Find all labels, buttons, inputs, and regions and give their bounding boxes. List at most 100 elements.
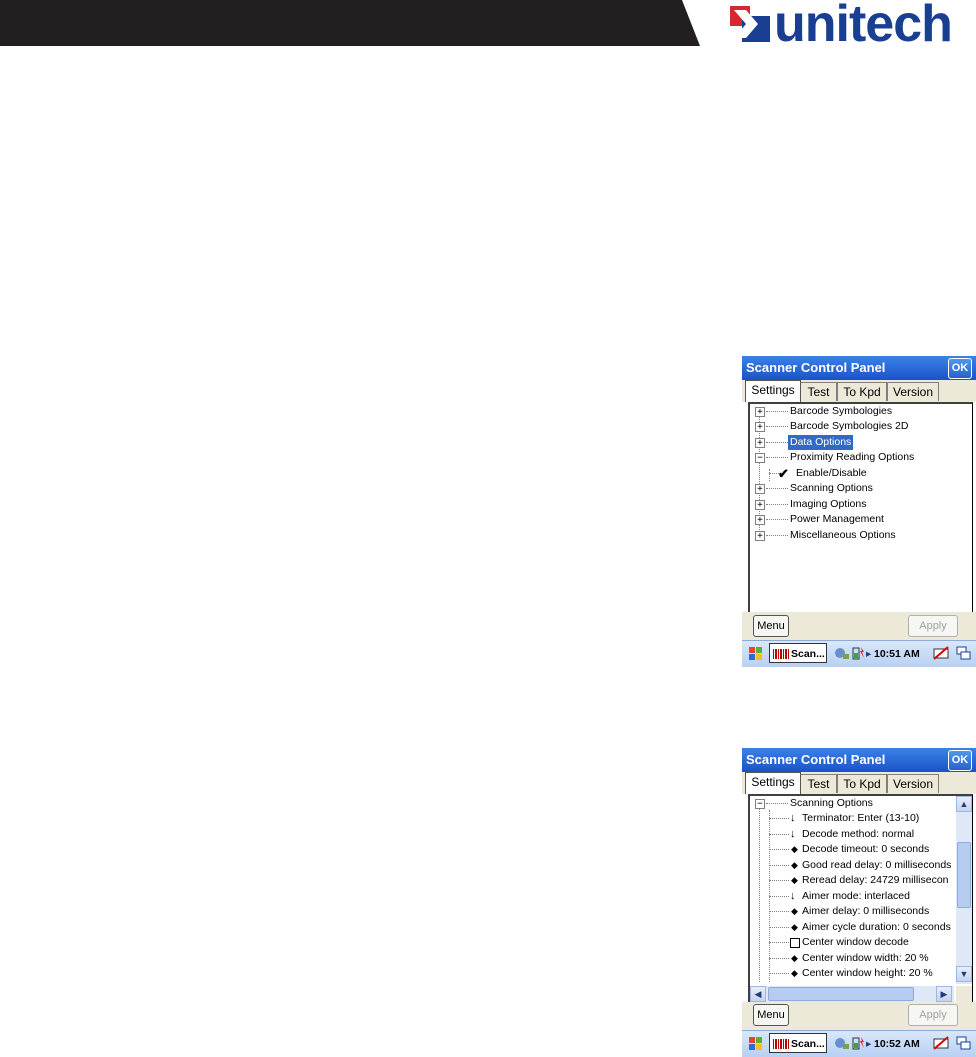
tree-item-imaging-options[interactable]: + Imaging Options <box>750 497 970 512</box>
tree-item-label: Center window decode <box>802 936 909 948</box>
vertical-scrollbar[interactable]: ▲ ▼ <box>956 796 972 984</box>
expand-icon[interactable]: + <box>755 484 765 494</box>
settings-tree: − Scanning Options ↓ Terminator: Enter (… <box>748 794 973 1003</box>
tree-item-setting[interactable]: ◆ Reread delay: 24729 millisecon <box>750 873 954 888</box>
collapse-icon[interactable]: − <box>755 799 765 809</box>
tree-item-label: Aimer mode: interlaced <box>802 890 910 902</box>
tab-settings[interactable]: Settings <box>745 380 801 402</box>
battery-icon[interactable] <box>850 645 866 661</box>
connectivity-icon[interactable] <box>834 1035 850 1051</box>
tree-item-label: Decode timeout: 0 seconds <box>802 843 930 855</box>
horizontal-scroll-thumb[interactable] <box>768 987 914 1001</box>
tree-item-label: Miscellaneous Options <box>790 529 896 541</box>
size-grip-icon <box>956 986 972 1002</box>
tree-item-scanning-options[interactable]: + Scanning Options <box>750 481 970 496</box>
apply-button[interactable]: Apply <box>908 1004 958 1026</box>
tree-item-setting[interactable]: Center window decode <box>750 935 954 950</box>
tray-arrow-icon[interactable]: ▸ <box>866 644 871 664</box>
tree-item-setting[interactable]: ◆ Aimer cycle duration: 0 seconds <box>750 920 954 935</box>
apply-button[interactable]: Apply <box>908 615 958 637</box>
tree-item-proximity-reading-options[interactable]: − Proximity Reading Options <box>750 450 970 465</box>
tree-item-setting[interactable]: ↓ Aimer mode: interlaced <box>750 889 954 904</box>
tree-item-barcode-symbologies[interactable]: + Barcode Symbologies <box>750 404 970 419</box>
tree-item-label: Barcode Symbologies 2D <box>790 420 909 432</box>
tree-item-setting[interactable]: ◆ Center window width: 20 % <box>750 951 954 966</box>
diamond-icon: ◆ <box>791 953 798 963</box>
tree-item-label: Aimer delay: 0 milliseconds <box>802 905 930 917</box>
windows-start-icon[interactable] <box>746 644 766 664</box>
tree-item-label: Reread delay: 24729 millisecon <box>802 874 949 886</box>
keyboard-off-icon[interactable] <box>933 645 949 661</box>
diamond-icon: ◆ <box>791 968 798 978</box>
tree-item-setting[interactable]: ↓ Terminator: Enter (13-10) <box>750 811 954 826</box>
clock[interactable]: 10:52 AM <box>874 1034 920 1054</box>
tree-item-label: Terminator: Enter (13-10) <box>802 812 920 824</box>
expand-icon[interactable]: + <box>755 515 765 525</box>
tree-item-setting[interactable]: ◆ Aimer delay: 0 milliseconds <box>750 904 954 919</box>
checkmark-icon[interactable]: ✔ <box>778 467 789 480</box>
tab-strip: Settings Test To Kpd Version <box>742 380 976 402</box>
tab-version[interactable]: Version <box>887 774 939 793</box>
windows-switch-icon[interactable] <box>956 1035 972 1051</box>
scroll-left-icon[interactable]: ◀ <box>750 986 766 1002</box>
command-bar: Menu Apply <box>742 612 976 642</box>
settings-tree: + Barcode Symbologies + Barcode Symbolog… <box>748 402 973 635</box>
taskbar-app-label: Scan... <box>791 648 825 660</box>
tab-test[interactable]: Test <box>800 774 837 793</box>
checkbox-icon[interactable] <box>790 938 800 948</box>
windows-start-icon[interactable] <box>746 1034 766 1054</box>
tree-item-label: Enable/Disable <box>796 467 867 479</box>
tree-item-setting[interactable]: ◆ Decode timeout: 0 seconds <box>750 842 954 857</box>
keyboard-off-icon[interactable] <box>933 1035 949 1051</box>
scroll-right-icon[interactable]: ▶ <box>936 986 952 1002</box>
tab-settings[interactable]: Settings <box>745 772 801 794</box>
tree-item-power-management[interactable]: + Power Management <box>750 512 970 527</box>
diamond-icon: ◆ <box>791 875 798 885</box>
tree-item-setting[interactable]: ◆ Good read delay: 0 milliseconds <box>750 858 954 873</box>
tree-item-setting[interactable]: ↓ Decode method: normal <box>750 827 954 842</box>
ok-button[interactable]: OK <box>948 750 972 771</box>
tree-item-label: Proximity Reading Options <box>790 451 915 463</box>
expand-icon[interactable]: + <box>755 407 765 417</box>
clock[interactable]: 10:51 AM <box>874 644 920 664</box>
tree-item-barcode-symbologies-2d[interactable]: + Barcode Symbologies 2D <box>750 419 970 434</box>
tray-arrow-icon[interactable]: ▸ <box>866 1034 871 1054</box>
tab-to-kpd[interactable]: To Kpd <box>837 382 887 401</box>
menu-button[interactable]: Menu <box>753 615 789 637</box>
tree-item-label: Scanning Options <box>790 797 873 809</box>
diamond-icon: ◆ <box>791 844 798 854</box>
ok-button[interactable]: OK <box>948 358 972 379</box>
command-bar: Menu Apply <box>742 1002 976 1032</box>
scroll-down-icon[interactable]: ▼ <box>956 966 972 982</box>
collapse-icon[interactable]: − <box>755 453 765 463</box>
scroll-up-icon[interactable]: ▲ <box>956 796 972 812</box>
tree-item-setting[interactable]: ◆ Center window height: 20 % <box>750 966 954 981</box>
title-bar: Scanner Control Panel OK <box>742 356 976 380</box>
expand-icon[interactable]: + <box>755 422 765 432</box>
connectivity-icon[interactable] <box>834 645 850 661</box>
taskbar-app-button[interactable]: Scan... <box>769 1033 827 1053</box>
windows-switch-icon[interactable] <box>956 645 972 661</box>
tab-test[interactable]: Test <box>800 382 837 401</box>
vertical-scroll-thumb[interactable] <box>957 842 971 908</box>
tree-item-label: Barcode Symbologies <box>790 405 893 417</box>
tree-item-data-options[interactable]: + Data Options <box>750 435 970 450</box>
tab-to-kpd[interactable]: To Kpd <box>837 774 887 793</box>
barcode-icon <box>773 1039 789 1050</box>
tab-strip: Settings Test To Kpd Version <box>742 772 976 794</box>
taskbar-app-button[interactable]: Scan... <box>769 643 827 663</box>
tree-item-label: Imaging Options <box>790 498 867 510</box>
tree-item-enable-disable[interactable]: ✔ Enable/Disable <box>750 466 970 481</box>
menu-button[interactable]: Menu <box>753 1004 789 1026</box>
tab-version[interactable]: Version <box>887 382 939 401</box>
window-title: Scanner Control Panel <box>746 752 886 767</box>
tree-item-miscellaneous-options[interactable]: + Miscellaneous Options <box>750 528 970 543</box>
diamond-icon: ◆ <box>791 922 798 932</box>
horizontal-scrollbar[interactable]: ◀ ▶ <box>750 986 954 1002</box>
expand-icon[interactable]: + <box>755 531 765 541</box>
expand-icon[interactable]: + <box>755 500 765 510</box>
expand-icon[interactable]: + <box>755 438 765 448</box>
tree-item-scanning-options[interactable]: − Scanning Options <box>750 796 954 811</box>
diamond-icon: ◆ <box>791 906 798 916</box>
battery-icon[interactable] <box>850 1035 866 1051</box>
